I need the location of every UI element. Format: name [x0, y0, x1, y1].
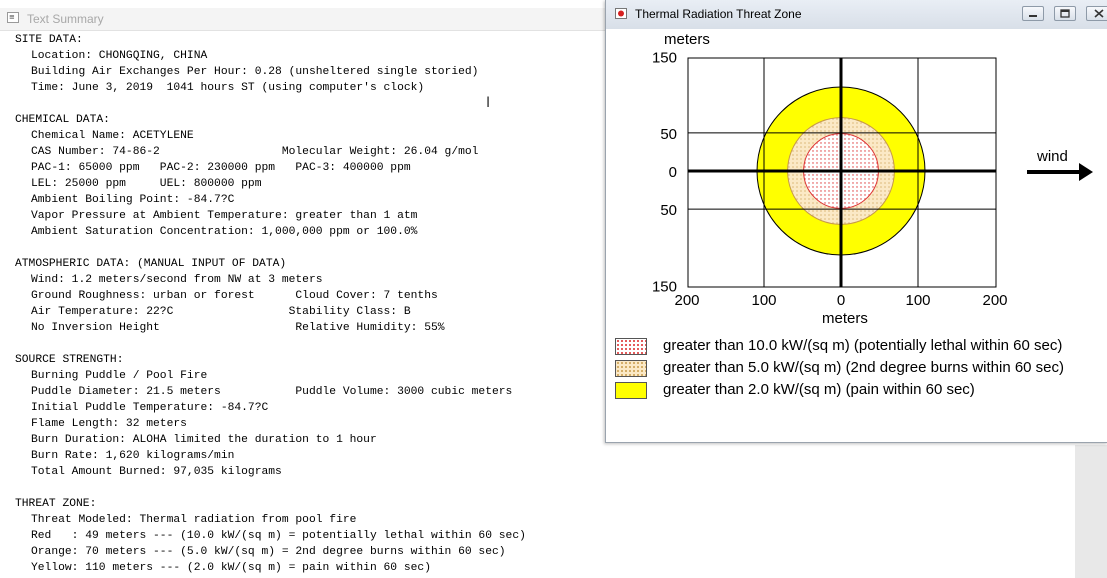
scrollbar[interactable] [1075, 445, 1107, 578]
summary-line: Air Temperature: 22?C Stability Class: B [31, 306, 411, 318]
summary-line: THREAT ZONE: [15, 498, 97, 510]
text-summary-body: SITE DATA: Location: CHONGQING, CHINA Buil… [15, 32, 526, 576]
x-axis-label: meters [822, 310, 868, 327]
x-tick-label: 200 [674, 292, 699, 309]
maximize-button[interactable] [1054, 6, 1076, 21]
summary-line: Puddle Diameter: 21.5 meters Puddle Volu… [31, 386, 513, 398]
summary-line: Chemical Name: ACETYLENE [31, 130, 194, 142]
y-tick-label: 50 [660, 126, 677, 143]
summary-line: Ambient Boiling Point: -84.7?C [31, 194, 235, 206]
y-tick-label: 50 [660, 202, 677, 219]
y-tick-label: 150 [652, 279, 677, 296]
summary-line: Location: CHONGQING, CHINA [31, 50, 208, 62]
summary-line: ATMOSPHERIC DATA: (MANUAL INPUT OF DATA) [15, 258, 287, 270]
legend-swatch-orange [615, 360, 647, 377]
summary-line [15, 480, 526, 496]
legend-swatch-yellow [615, 382, 647, 399]
wind-arrow-icon [1027, 163, 1093, 181]
summary-line: Wind: 1.2 meters/second from NW at 3 met… [31, 274, 323, 286]
summary-line [15, 240, 526, 256]
summary-line: Orange: 70 meters --- (5.0 kW/(sq m) = 2… [31, 546, 506, 558]
summary-line: Total Amount Burned: 97,035 kilograms [31, 466, 282, 478]
thermal-zone-content: meters 150 50 0 50 150 200 100 0 100 200 meters … [607, 29, 1107, 439]
summary-line: LEL: 25000 ppm UEL: 800000 ppm [31, 178, 262, 190]
summary-line: Vapor Pressure at Ambient Temperature: g… [31, 210, 418, 222]
summary-line: No Inversion Height Relative Humidity: 5… [31, 322, 445, 334]
legend-swatch-red [615, 338, 647, 355]
thermal-zone-title: Thermal Radiation Threat Zone [635, 7, 802, 21]
close-icon [1094, 9, 1104, 18]
summary-line: Burn Duration: ALOHA limited the duratio… [31, 434, 377, 446]
thermal-zone-titlebar[interactable]: Thermal Radiation Threat Zone [606, 0, 1107, 29]
summary-line: Building Air Exchanges Per Hour: 0.28 (u… [31, 66, 479, 78]
legend-label-yellow: greater than 2.0 kW/(sq m) (pain within … [663, 381, 975, 398]
summary-line: Burning Puddle / Pool Fire [31, 370, 208, 382]
y-tick-label: 150 [652, 50, 677, 67]
x-tick-label: 0 [837, 292, 845, 309]
summary-line [15, 96, 526, 112]
threat-zone-plot: meters 15050050150 200 100 0 100 200 meters … [652, 31, 1093, 327]
text-cursor-icon: I [486, 95, 491, 111]
minimize-button[interactable] [1022, 6, 1044, 21]
wind-label: wind [1036, 148, 1068, 165]
summary-line: Ambient Saturation Concentration: 1,000,… [31, 226, 418, 238]
minimize-icon [1029, 15, 1037, 17]
fire-icon [615, 8, 627, 19]
summary-line: Threat Modeled: Thermal radiation from p… [31, 514, 357, 526]
summary-line: CHEMICAL DATA: [15, 114, 110, 126]
summary-line: Burn Rate: 1,620 kilograms/min [31, 450, 235, 462]
summary-line: Red : 49 meters --- (10.0 kW/(sq m) = po… [31, 530, 526, 542]
summary-line [15, 336, 526, 352]
y-axis-label: meters [664, 31, 710, 48]
summary-line: Time: June 3, 2019 1041 hours ST (using … [31, 82, 425, 94]
summary-line: CAS Number: 74-86-2 Molecular Weight: 26… [31, 146, 479, 158]
summary-line: Flame Length: 32 meters [31, 418, 187, 430]
text-document-icon: ≡ [7, 12, 19, 23]
text-summary-titlebar[interactable]: ≡ Text Summary [0, 8, 610, 31]
x-tick-label: 200 [982, 292, 1007, 309]
summary-line: Initial Puddle Temperature: -84.7?C [31, 402, 269, 414]
summary-line: SITE DATA: [15, 34, 83, 46]
summary-line: Ground Roughness: urban or forest Cloud … [31, 290, 438, 302]
close-button[interactable] [1086, 6, 1107, 21]
legend-label-orange: greater than 5.0 kW/(sq m) (2nd degree b… [663, 359, 1065, 376]
maximize-icon [1060, 9, 1070, 18]
text-summary-title: Text Summary [27, 12, 104, 26]
x-tick-label: 100 [751, 292, 776, 309]
summary-line: SOURCE STRENGTH: [15, 354, 124, 366]
thermal-zone-window[interactable]: Thermal Radiation Threat Zone meters 150… [605, 0, 1107, 443]
legend-label-red: greater than 10.0 kW/(sq m) (potentially… [663, 337, 1063, 354]
summary-line: Yellow: 110 meters --- (2.0 kW/(sq m) = … [31, 562, 431, 574]
summary-line: PAC-1: 65000 ppm PAC-2: 230000 ppm PAC-3… [31, 162, 411, 174]
x-tick-label: 100 [905, 292, 930, 309]
y-tick-label: 0 [669, 164, 677, 181]
